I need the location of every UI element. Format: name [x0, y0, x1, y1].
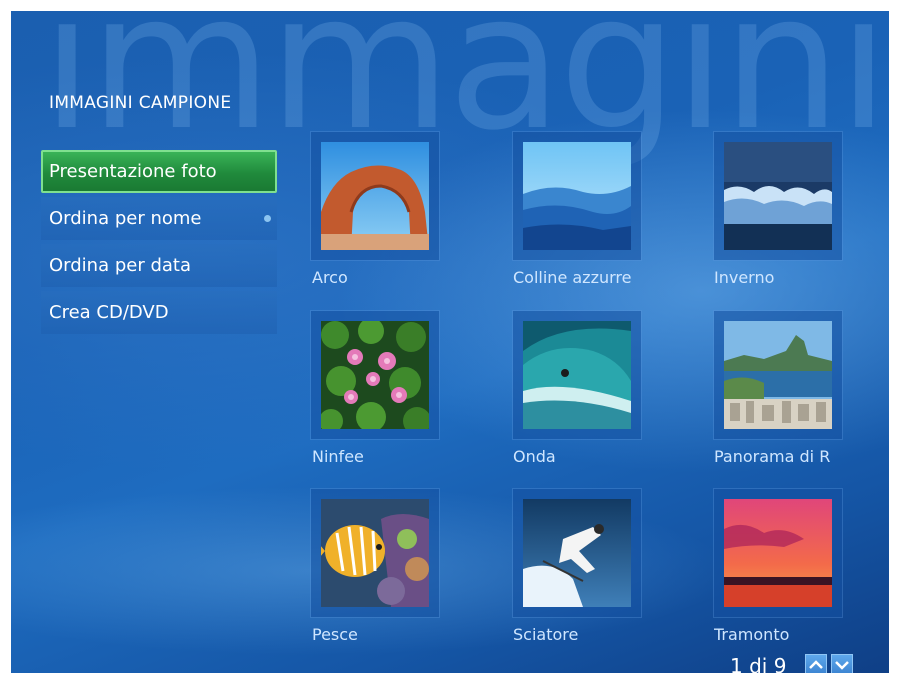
fish-thumbnail [321, 499, 429, 607]
arrow-down-icon [835, 661, 849, 670]
menu-item-label: Ordina per nome [49, 208, 202, 229]
page-down-button[interactable] [831, 654, 853, 673]
gallery-caption: Onda [513, 447, 556, 466]
arch-rock-thumbnail [321, 142, 429, 250]
gallery-caption: Ninfee [312, 447, 364, 466]
water-lilies-thumbnail [321, 321, 429, 429]
skier-thumbnail [523, 499, 631, 607]
gallery-item-arco[interactable] [311, 132, 439, 260]
gallery-caption: Arco [312, 268, 348, 287]
menu-item-burn-cd-dvd[interactable]: Crea CD/DVD [41, 291, 277, 334]
wave-thumbnail [523, 321, 631, 429]
menu-item-slideshow[interactable]: Presentazione foto [41, 150, 277, 193]
section-title: IMMAGINI CAMPIONE [49, 93, 232, 113]
arrow-up-icon [809, 660, 823, 669]
gallery-item-ninfee[interactable] [311, 311, 439, 439]
winter-thumbnail [724, 142, 832, 250]
gallery-item-sciatore[interactable] [513, 489, 641, 617]
gallery-caption: Inverno [714, 268, 775, 287]
gallery-caption: Tramonto [714, 625, 790, 644]
city-panorama-thumbnail [724, 321, 832, 429]
menu-item-label: Presentazione foto [49, 161, 217, 182]
gallery-item-tramonto[interactable] [714, 489, 842, 617]
gallery-caption: Sciatore [513, 625, 579, 644]
gallery-caption: Colline azzurre [513, 268, 632, 287]
gallery-item-colline-azzurre[interactable] [513, 132, 641, 260]
media-center-screen: immagini IMMAGINI CAMPIONE Presentazione… [11, 11, 889, 673]
menu-item-sort-by-date[interactable]: Ordina per data [41, 244, 277, 287]
page-indicator: 1 di 9 [730, 654, 787, 673]
menu-item-label: Ordina per data [49, 255, 192, 276]
gallery-caption: Panorama di R [714, 447, 831, 466]
gallery-caption: Pesce [312, 625, 358, 644]
gallery-item-inverno[interactable] [714, 132, 842, 260]
gallery-item-panorama[interactable] [714, 311, 842, 439]
active-sort-indicator-icon [264, 215, 271, 222]
page-up-button[interactable] [805, 654, 827, 673]
gallery-item-pesce[interactable] [311, 489, 439, 617]
sunset-thumbnail [724, 499, 832, 607]
blue-hills-thumbnail [523, 142, 631, 250]
menu-item-label: Crea CD/DVD [49, 302, 169, 323]
menu-item-sort-by-name[interactable]: Ordina per nome [41, 197, 277, 240]
gallery-item-onda[interactable] [513, 311, 641, 439]
